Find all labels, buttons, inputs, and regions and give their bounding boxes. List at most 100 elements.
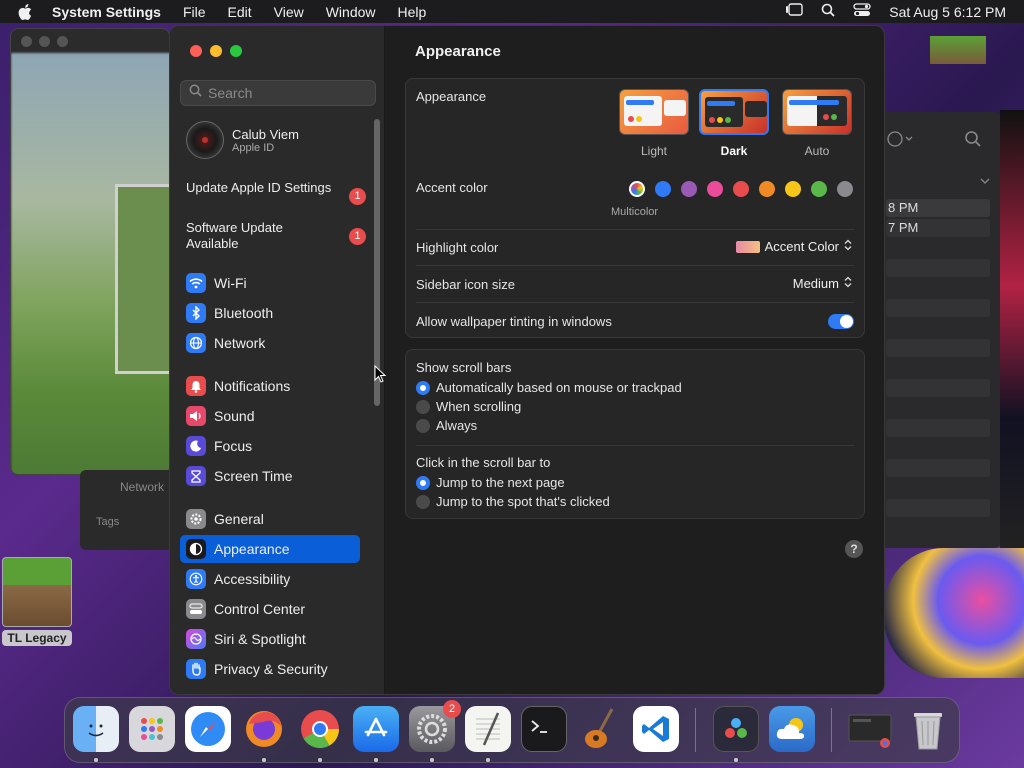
dock: 2 <box>64 697 960 763</box>
hand-icon <box>186 659 206 679</box>
gear-icon <box>186 509 206 529</box>
menu-clock[interactable]: Sat Aug 5 6:12 PM <box>889 4 1006 20</box>
highlight-color-preview <box>735 240 760 253</box>
finder-icon[interactable] <box>73 706 119 752</box>
background-inner-frame <box>115 184 169 374</box>
zoom-button[interactable] <box>230 45 242 57</box>
theme-dark-option[interactable]: Dark <box>699 89 769 158</box>
desktop-icon-tl-legacy[interactable]: TL Legacy <box>2 557 72 646</box>
accent-swatch-orange[interactable] <box>759 181 775 197</box>
help-button[interactable]: ? <box>845 540 863 558</box>
garageband-icon[interactable] <box>577 706 623 752</box>
sidebar-icon-size-select[interactable]: Medium <box>793 276 852 291</box>
spotlight-search-icon[interactable] <box>821 3 835 20</box>
behind-label-tags: Tags <box>96 516 120 528</box>
running-indicator <box>486 758 490 762</box>
apple-id-account[interactable]: Calub Viem Apple ID <box>186 120 376 160</box>
click-option-next-page[interactable]: Jump to the next page <box>416 475 565 490</box>
sidebar-item-appearance[interactable]: Appearance <box>180 535 360 563</box>
sidebar-item-sound[interactable]: Sound <box>180 402 360 430</box>
notification-badge: 1 <box>349 228 366 245</box>
radio-label: Automatically based on mouse or trackpad <box>436 380 682 395</box>
sidebar-item-accessibility[interactable]: Accessibility <box>180 565 360 593</box>
search-field[interactable] <box>180 80 376 106</box>
accent-swatch-purple[interactable] <box>681 181 697 197</box>
bluetooth-icon <box>186 303 206 323</box>
avatar <box>186 121 224 159</box>
software-update-notice[interactable]: Software Update Available 1 <box>186 220 366 252</box>
sidebar-item-bluetooth[interactable]: Bluetooth <box>180 299 360 327</box>
minimize-button[interactable] <box>210 45 222 57</box>
accent-swatch-graphite[interactable] <box>837 181 853 197</box>
accent-swatch-green[interactable] <box>811 181 827 197</box>
update-apple-id-notice[interactable]: Update Apple ID Settings 1 <box>186 180 366 205</box>
menu-window[interactable]: Window <box>326 4 376 20</box>
radio-button[interactable] <box>416 418 430 433</box>
accent-swatch-yellow[interactable] <box>785 181 801 197</box>
background-block-image <box>930 36 986 64</box>
light-theme-thumbnail <box>619 89 689 135</box>
close-button[interactable] <box>190 45 202 57</box>
radio-label: Always <box>436 418 478 433</box>
system-settings-window: Calub Viem Apple ID Update Apple ID Sett… <box>169 25 885 695</box>
sidebar-item-network[interactable]: Network <box>180 329 360 357</box>
sidebar-item-general[interactable]: General <box>180 505 360 533</box>
dock-separator <box>831 708 832 752</box>
click-option-spot-clicked[interactable]: Jump to the spot that's clicked <box>416 494 610 509</box>
window-preview-icon[interactable] <box>847 706 893 752</box>
sidebar-item-focus[interactable]: Focus <box>180 432 360 460</box>
davinci-resolve-icon[interactable] <box>713 706 759 752</box>
terminal-icon[interactable] <box>521 706 567 752</box>
weather-icon[interactable] <box>769 706 815 752</box>
search-input[interactable] <box>208 85 368 101</box>
menu-app-name[interactable]: System Settings <box>52 4 161 20</box>
radio-button[interactable] <box>416 494 430 509</box>
system-settings-dock-icon[interactable]: 2 <box>409 700 461 752</box>
app-store-icon[interactable] <box>353 706 399 752</box>
scroll-option-when-scrolling[interactable]: When scrolling <box>416 399 521 414</box>
highlight-color-select[interactable]: Accent Color <box>735 239 852 254</box>
chrome-icon[interactable] <box>297 706 343 752</box>
theme-light-option[interactable]: Light <box>619 89 689 158</box>
sidebar-scrollbar[interactable] <box>374 119 380 406</box>
scroll-option-automatic[interactable]: Automatically based on mouse or trackpad <box>416 380 682 395</box>
wallpaper-tinting-label: Allow wallpaper tinting in windows <box>416 314 612 329</box>
sidebar-item-wifi[interactable]: Wi-Fi <box>180 269 360 297</box>
wallpaper-tinting-toggle[interactable] <box>828 314 854 329</box>
menu-file[interactable]: File <box>183 4 206 20</box>
vscode-icon[interactable] <box>633 706 679 752</box>
background-window-left[interactable] <box>10 28 170 475</box>
apple-menu-icon[interactable] <box>18 3 40 20</box>
radio-button[interactable] <box>416 399 430 414</box>
sidebar-item-screen-time[interactable]: Screen Time <box>180 462 360 490</box>
appearance-pane: Appearance Appearance Light Dark Auto Ac… <box>385 26 884 694</box>
bg-row: 7 PM <box>886 219 990 237</box>
safari-icon[interactable] <box>185 706 231 752</box>
background-panel: Network Tags <box>80 470 180 550</box>
menu-edit[interactable]: Edit <box>228 4 252 20</box>
accent-swatch-blue[interactable] <box>655 181 671 197</box>
up-down-chevron-icon <box>844 276 852 291</box>
page-title: Appearance <box>415 43 501 60</box>
sidebar-item-siri-spotlight[interactable]: Siri & Spotlight <box>180 625 360 653</box>
radio-button[interactable] <box>416 380 430 395</box>
scroll-option-always[interactable]: Always <box>416 418 477 433</box>
radio-button[interactable] <box>416 475 430 490</box>
stage-manager-icon[interactable] <box>785 3 803 20</box>
menu-view[interactable]: View <box>274 4 304 20</box>
background-window-right[interactable]: 8 PM 7 PM <box>884 112 1002 548</box>
accent-swatch-multicolor[interactable] <box>629 181 645 197</box>
textedit-icon[interactable] <box>465 706 511 752</box>
trash-icon[interactable] <box>905 706 951 752</box>
sidebar-item-notifications[interactable]: Notifications <box>180 372 360 400</box>
launchpad-icon[interactable] <box>129 706 175 752</box>
accent-swatch-red[interactable] <box>733 181 749 197</box>
accent-swatch-pink[interactable] <box>707 181 723 197</box>
menu-help[interactable]: Help <box>398 4 427 20</box>
sidebar-item-control-center[interactable]: Control Center <box>180 595 360 623</box>
theme-auto-option[interactable]: Auto <box>782 89 852 158</box>
control-center-menu-icon[interactable] <box>853 3 871 20</box>
sidebar-item-privacy-security[interactable]: Privacy & Security <box>180 655 360 683</box>
mouse-cursor-icon <box>374 364 387 388</box>
firefox-icon[interactable] <box>241 706 287 752</box>
